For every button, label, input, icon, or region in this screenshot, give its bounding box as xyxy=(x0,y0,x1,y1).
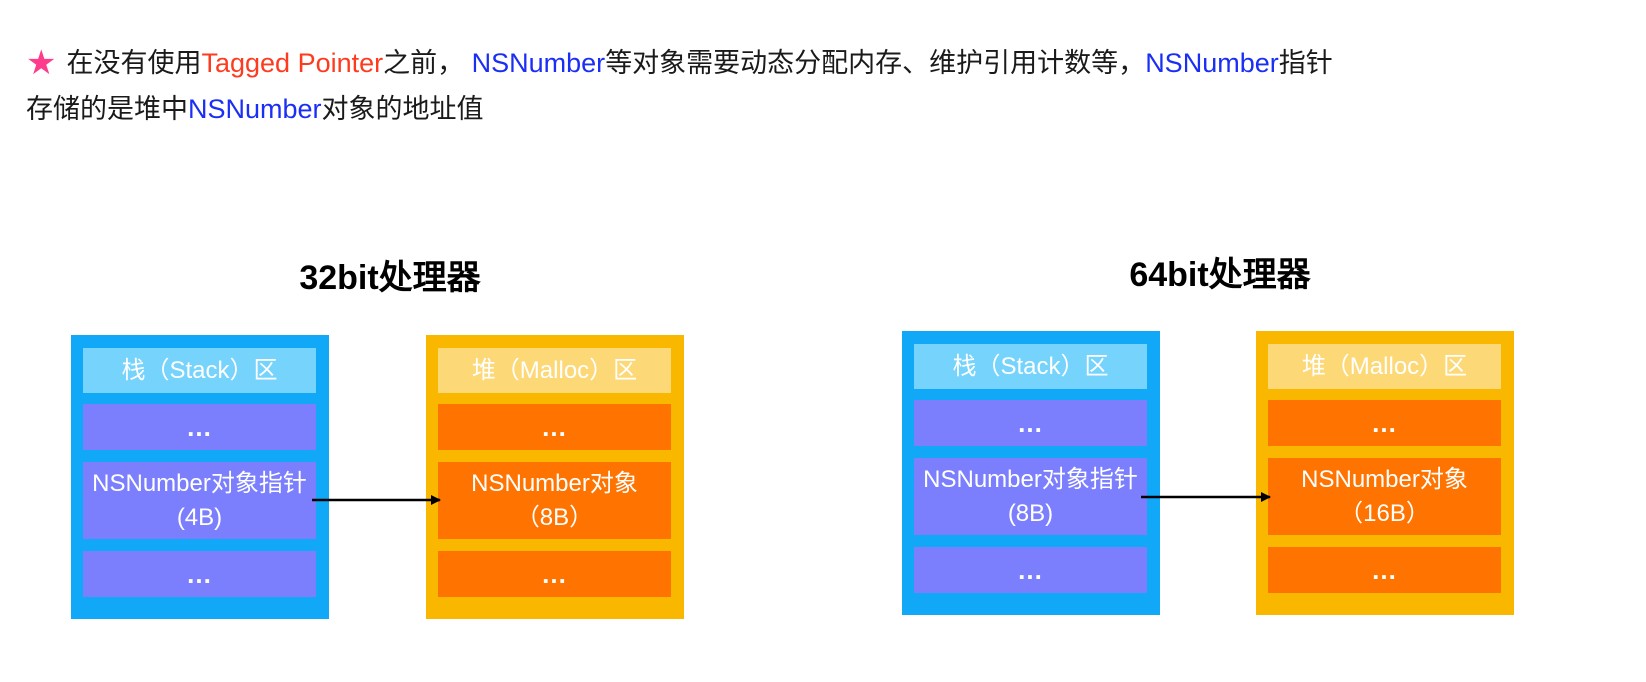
pointer-arrows xyxy=(312,492,1271,505)
